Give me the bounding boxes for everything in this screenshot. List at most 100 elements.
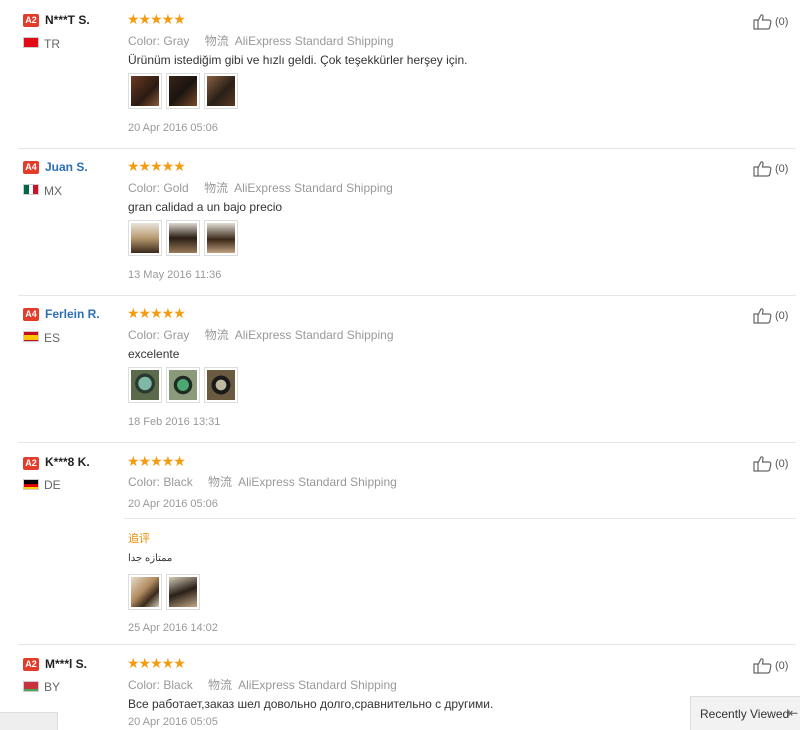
review-photo[interactable] <box>128 220 162 256</box>
review-meta: Color: Black 物流 AliExpress Standard Shipp… <box>128 473 397 490</box>
buyer-level-badge: A2 <box>23 658 39 671</box>
buyer-level-badge: A4 <box>23 161 39 174</box>
shipping-value: AliExpress Standard Shipping <box>238 678 397 692</box>
reviewer-name: N***T S. <box>45 13 90 27</box>
review-divider <box>18 644 796 645</box>
review-meta: Color: Gray 物流 AliExpress Standard Shippi… <box>128 32 394 49</box>
reviewer-name: K***8 K. <box>45 455 90 469</box>
review-photo[interactable] <box>128 73 162 109</box>
followup-photos <box>128 574 200 610</box>
shipping-value: AliExpress Standard Shipping <box>234 181 393 195</box>
review-text: gran calidad a un bajo precio <box>128 200 283 214</box>
review-text: excelente <box>128 347 180 361</box>
review-text: Все работает,заказ шел довольно долго,ср… <box>128 697 494 711</box>
review-photo[interactable] <box>128 367 162 403</box>
followup-text: ممتازه جدا <box>128 553 173 564</box>
review-date: 20 Apr 2016 05:06 <box>128 122 218 134</box>
shipping-label: 物流 <box>204 34 229 48</box>
color-label: Color: <box>128 475 161 489</box>
rating-stars: ★★★★★ <box>127 655 186 671</box>
review-date: 20 Apr 2016 05:06 <box>128 498 218 510</box>
review-photo[interactable] <box>166 73 200 109</box>
helpful-button[interactable]: (0) <box>753 657 788 674</box>
color-value: Gold <box>163 181 189 195</box>
buyer-level-badge: A4 <box>23 308 39 321</box>
country-flag-icon <box>23 184 39 195</box>
country-flag-icon <box>23 331 39 342</box>
thumbs-up-icon <box>753 14 772 30</box>
review-photos <box>128 73 238 109</box>
review-divider <box>18 295 796 296</box>
rating-stars: ★★★★★ <box>127 158 186 174</box>
shipping-value: AliExpress Standard Shipping <box>234 328 394 342</box>
reviewer-name[interactable]: Juan S. <box>45 160 88 174</box>
thumbs-up-icon <box>753 308 772 324</box>
shipping-label: 物流 <box>208 678 233 692</box>
buyer-level-badge: A2 <box>23 14 39 27</box>
country-code: ES <box>44 331 61 345</box>
helpful-button[interactable]: (0) <box>753 13 788 30</box>
color-value: Black <box>163 475 193 489</box>
followup-label: 追评 <box>128 533 150 545</box>
color-value: Black <box>163 678 193 692</box>
review-meta: Color: Black 物流 AliExpress Standard Shipp… <box>128 676 397 693</box>
helpful-count: (0) <box>775 309 789 322</box>
color-value: Gray <box>163 328 190 342</box>
thumbs-up-icon <box>753 658 772 674</box>
bottom-left-tab[interactable] <box>0 712 58 730</box>
review-meta: Color: Gold 物流 AliExpress Standard Shippi… <box>128 179 393 196</box>
helpful-count: (0) <box>775 659 789 672</box>
review-photos <box>128 220 238 256</box>
color-label: Color: <box>128 34 161 48</box>
review-photo[interactable] <box>128 574 162 610</box>
color-label: Color: <box>128 181 161 195</box>
country-code: TR <box>44 37 60 51</box>
review-divider <box>18 148 796 149</box>
helpful-count: (0) <box>775 15 789 28</box>
rating-stars: ★★★★★ <box>127 305 186 321</box>
thumbs-up-icon <box>753 456 772 472</box>
shipping-label: 物流 <box>204 181 229 195</box>
color-value: Gray <box>163 34 190 48</box>
country-code: BY <box>44 680 61 694</box>
reviewer-name[interactable]: Ferlein R. <box>45 307 100 321</box>
shipping-value: AliExpress Standard Shipping <box>234 34 394 48</box>
review-date: 18 Feb 2016 13:31 <box>128 416 221 428</box>
followup-date: 25 Apr 2016 14:02 <box>128 622 218 634</box>
helpful-count: (0) <box>775 457 789 470</box>
helpful-button[interactable]: (0) <box>753 455 788 472</box>
country-flag-icon <box>23 479 39 490</box>
review-photo[interactable] <box>166 574 200 610</box>
buyer-level-badge: A2 <box>23 457 39 470</box>
recently-viewed-button[interactable]: Recently Viewed ⇤ <box>690 696 800 730</box>
rating-stars: ★★★★★ <box>127 453 186 469</box>
collapse-arrow-icon: ⇤ <box>787 706 798 720</box>
review-photo[interactable] <box>166 220 200 256</box>
shipping-value: AliExpress Standard Shipping <box>238 475 397 489</box>
helpful-button[interactable]: (0) <box>753 160 788 177</box>
shipping-label: 物流 <box>204 328 229 342</box>
country-flag-icon <box>23 681 39 692</box>
helpful-button[interactable]: (0) <box>753 307 788 324</box>
recently-viewed-label: Recently Viewed <box>700 707 790 721</box>
color-label: Color: <box>128 678 161 692</box>
review-photos <box>128 367 238 403</box>
review-text: Ürünüm istediğim gibi ve hızlı geldi. Ço… <box>128 53 468 67</box>
reviewer-name: M***l S. <box>45 657 88 671</box>
thumbs-up-icon <box>753 161 772 177</box>
review-photo[interactable] <box>166 367 200 403</box>
review-photo[interactable] <box>204 367 238 403</box>
followup-divider <box>124 518 796 519</box>
rating-stars: ★★★★★ <box>127 11 186 27</box>
review-photo[interactable] <box>204 73 238 109</box>
review-photo[interactable] <box>204 220 238 256</box>
shipping-label: 物流 <box>208 475 233 489</box>
color-label: Color: <box>128 328 161 342</box>
country-flag-icon <box>23 37 39 48</box>
review-date: 13 May 2016 11:36 <box>128 269 222 281</box>
review-meta: Color: Gray 物流 AliExpress Standard Shippi… <box>128 326 394 343</box>
helpful-count: (0) <box>775 162 789 175</box>
country-code: DE <box>44 478 61 492</box>
review-divider <box>18 442 796 443</box>
review-date: 20 Apr 2016 05:05 <box>128 716 218 728</box>
